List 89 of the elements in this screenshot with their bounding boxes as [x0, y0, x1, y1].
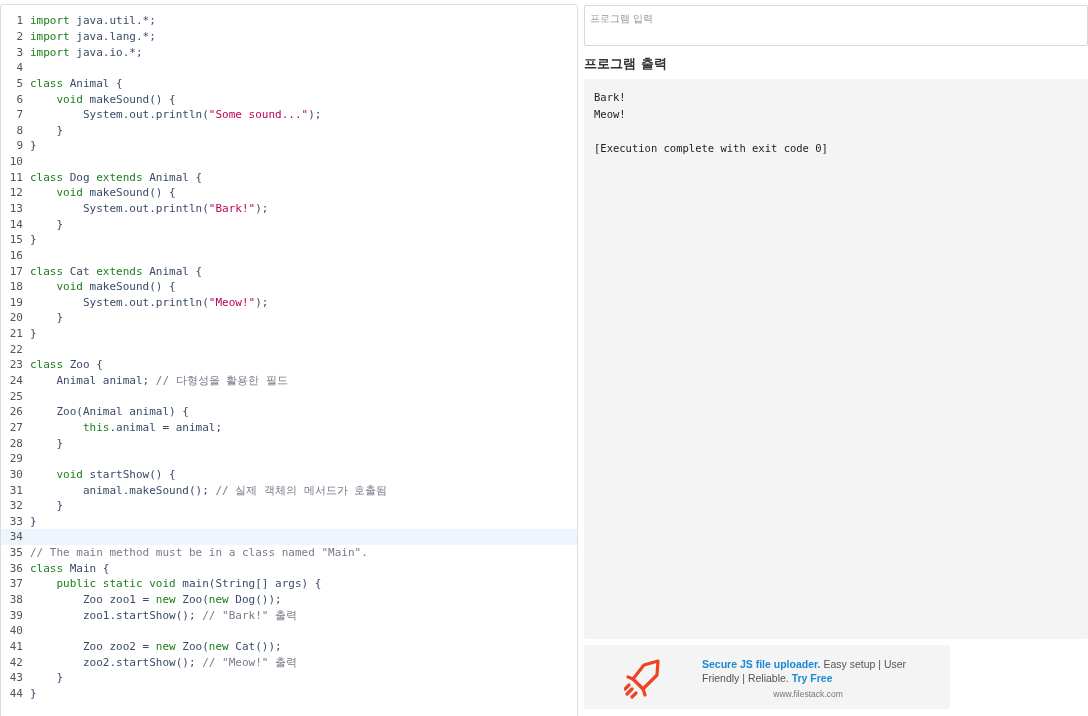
- code-line: import java.util.*;: [30, 14, 156, 28]
- line-number: 20: [8, 311, 24, 325]
- code-line: }: [55, 123, 64, 137]
- code-line: void makeSound() {: [55, 92, 176, 106]
- code-line: }: [55, 311, 64, 325]
- code-line: class Main {: [30, 561, 110, 575]
- line-number: 14: [8, 217, 24, 231]
- line-number: 23: [8, 358, 24, 372]
- code-line: }: [55, 436, 64, 450]
- line-number: 25: [8, 389, 24, 403]
- code-line: }: [55, 671, 64, 685]
- line-number: 32: [8, 499, 24, 513]
- program-input-field[interactable]: 프로그램 입력: [584, 5, 1088, 46]
- code-line: class Animal {: [30, 76, 123, 90]
- line-number: 37: [8, 577, 24, 591]
- code-line: void startShow() {: [55, 467, 176, 481]
- ad-text: Secure JS file uploader. Easy setup | User Friendly | Reliable. Try Free: [702, 657, 908, 685]
- code-line: Zoo(Animal animal) {: [55, 405, 189, 419]
- line-number: 12: [8, 186, 24, 200]
- code-line: }: [30, 514, 37, 528]
- code-line: }: [30, 327, 37, 341]
- line-number: 41: [8, 639, 24, 653]
- code-line: System.out.println("Meow!");: [81, 295, 269, 309]
- line-number: 36: [8, 561, 24, 575]
- line-number: 34: [8, 530, 24, 544]
- line-number: 44: [8, 686, 24, 700]
- code-line: void makeSound() {: [55, 186, 176, 200]
- code-line: class Dog extends Animal {: [30, 170, 203, 184]
- line-number: 1: [15, 14, 24, 28]
- line-number: 38: [8, 593, 24, 606]
- line-number: 43: [8, 671, 24, 685]
- line-number: 35: [8, 546, 24, 560]
- code-line: zoo2.startShow(); // "Meow!" 출력: [81, 654, 298, 670]
- line-number: 39: [8, 608, 24, 622]
- code-line: public static void main(String[] args) {: [55, 577, 322, 591]
- code-line: import java.io.*;: [30, 45, 143, 59]
- line-number: 16: [8, 248, 24, 262]
- code-line: Zoo zoo1 = new Zoo(new Dog());: [81, 593, 282, 606]
- line-number: 8: [15, 123, 24, 137]
- line-number: 40: [8, 624, 24, 638]
- code-line: zoo1.startShow(); // "Bark!" 출력: [81, 607, 298, 623]
- code-line: class Cat extends Animal {: [30, 264, 203, 278]
- line-number: 3: [15, 45, 24, 59]
- code-line: Animal animal; // 다형성을 활용한 필드: [55, 373, 288, 389]
- line-number: 17: [8, 264, 24, 278]
- line-number: 24: [8, 374, 24, 388]
- code-line: this.animal = animal;: [81, 420, 223, 434]
- code-line: void makeSound() {: [55, 280, 176, 294]
- line-number: 11: [8, 170, 24, 184]
- line-number: 6: [15, 92, 24, 106]
- line-number: 4: [15, 61, 24, 75]
- line-number: 5: [15, 76, 24, 90]
- ad-banner[interactable]: Secure JS file uploader. Easy setup | User Friendly | Reliable. Try Free www.filestack.com: [584, 645, 950, 709]
- line-number: 28: [8, 436, 24, 450]
- code-line: Zoo zoo2 = new Zoo(new Cat());: [81, 639, 282, 653]
- code-line: }: [30, 139, 37, 153]
- line-number: 22: [8, 342, 24, 356]
- code-line: animal.makeSound(); // 실제 객체의 메서드가 호출됨: [81, 482, 388, 498]
- line-number: 10: [8, 155, 24, 169]
- code-line: class Zoo {: [30, 358, 103, 372]
- line-number: 31: [8, 483, 24, 497]
- line-number: 9: [15, 139, 24, 153]
- line-number: 21: [8, 327, 24, 341]
- line-number: 30: [8, 467, 24, 481]
- line-number: 42: [8, 655, 24, 669]
- code-line: System.out.println("Bark!");: [81, 202, 269, 215]
- code-line: }: [55, 499, 64, 513]
- code-line: }: [30, 233, 37, 247]
- output-line: Meow!: [594, 108, 627, 122]
- exit-status-text: [Execution complete with exit code 0]: [594, 142, 829, 156]
- code-editor[interactable]: [1, 13, 577, 702]
- line-number: 19: [8, 295, 24, 309]
- line-number: 7: [15, 108, 24, 122]
- line-number: 18: [8, 280, 24, 294]
- line-number: 26: [8, 405, 24, 419]
- output-line: Bark!: [594, 91, 627, 105]
- code-line: import java.lang.*;: [30, 29, 156, 43]
- line-number: 2: [15, 29, 24, 43]
- code-line: }: [30, 686, 37, 700]
- code-line: }: [55, 217, 64, 231]
- output-heading: 프로그램 출력: [584, 55, 668, 73]
- line-number: 13: [8, 202, 24, 215]
- line-number: 33: [8, 514, 24, 528]
- line-number: 29: [8, 452, 24, 466]
- line-number: 27: [8, 420, 24, 434]
- code-line: System.out.println("Some sound...");: [81, 108, 322, 122]
- code-line: // The main method must be in a class named "Main".: [30, 546, 368, 560]
- ad-url: www.filestack.com: [773, 689, 843, 699]
- line-number: 15: [8, 233, 24, 247]
